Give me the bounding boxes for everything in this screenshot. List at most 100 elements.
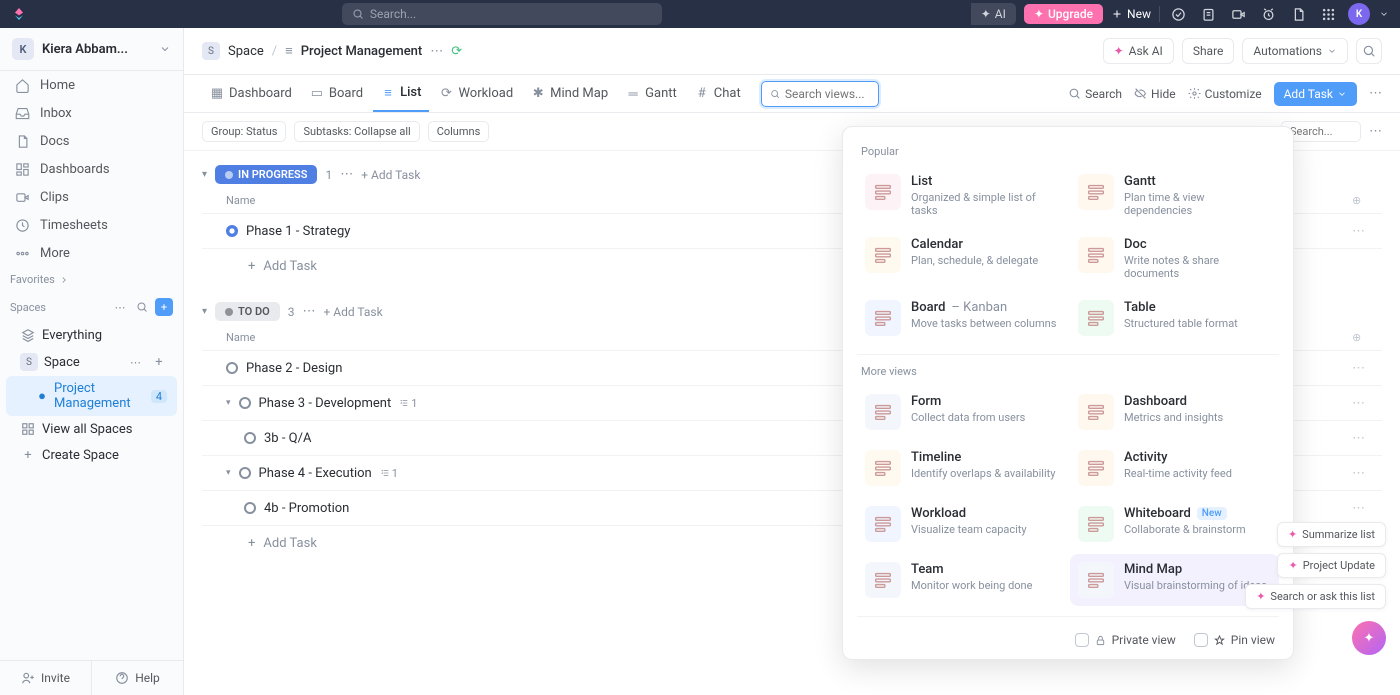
private-view-checkbox[interactable]: Private view: [1075, 633, 1176, 647]
add-task-link[interactable]: + Add Task: [361, 168, 420, 182]
add-task-link[interactable]: + Add Task: [323, 305, 382, 319]
filter-chip-2[interactable]: Columns: [428, 121, 490, 142]
plus-icon[interactable]: +: [151, 354, 167, 370]
status-dot[interactable]: [244, 502, 256, 514]
view-option-board[interactable]: Board – Kanban Move tasks between column…: [857, 292, 1066, 344]
spaces-search-icon[interactable]: [133, 298, 151, 316]
status-badge[interactable]: TO DO: [215, 302, 280, 321]
ai-suggestion[interactable]: ✦Search or ask this list: [1245, 584, 1386, 609]
view-option-workload[interactable]: Workload Visualize team capacity: [857, 498, 1066, 550]
doc-icon[interactable]: [1288, 3, 1310, 25]
filter-chip-1[interactable]: Subtasks: Collapse all: [294, 121, 419, 142]
new-button[interactable]: New: [1111, 7, 1151, 21]
ai-suggestion[interactable]: ✦Summarize list: [1277, 522, 1386, 547]
more-icon[interactable]: ⋯: [340, 167, 353, 182]
reminder-icon[interactable]: [1258, 3, 1280, 25]
favorites-section[interactable]: Favorites: [0, 267, 183, 292]
more-icon[interactable]: ⋯: [302, 304, 315, 319]
row-more-icon[interactable]: ⋯: [1352, 466, 1382, 481]
global-search[interactable]: Search...: [342, 3, 662, 25]
status-dot[interactable]: [239, 397, 251, 409]
search-link[interactable]: Search: [1068, 87, 1122, 101]
nav-dashboards[interactable]: Dashboards: [0, 155, 183, 183]
add-space-button[interactable]: +: [155, 298, 173, 316]
view-option-dashboard[interactable]: Dashboard Metrics and insights: [1070, 386, 1279, 438]
record-icon[interactable]: [1228, 3, 1250, 25]
breadcrumb-space[interactable]: Space: [228, 44, 264, 59]
more-icon[interactable]: ⋯: [1369, 124, 1382, 139]
more-icon[interactable]: ⋯: [430, 44, 443, 59]
tab-mind-map[interactable]: ✱Mind Map: [523, 75, 616, 112]
nav-docs[interactable]: Docs: [0, 127, 183, 155]
tab-chat[interactable]: #Chat: [687, 75, 749, 112]
status-dot[interactable]: [244, 432, 256, 444]
row-more-icon[interactable]: ⋯: [1352, 431, 1382, 446]
tree-everything[interactable]: Everything: [6, 322, 177, 348]
ai-suggestion[interactable]: ✦Project Update: [1277, 553, 1386, 578]
nav-timesheets[interactable]: Timesheets: [0, 211, 183, 239]
caret-icon[interactable]: ▾: [226, 398, 231, 408]
tab-board[interactable]: ▭Board: [302, 75, 371, 112]
status-dot[interactable]: [239, 467, 251, 479]
notepad-icon[interactable]: [1198, 3, 1220, 25]
view-option-form[interactable]: Form Collect data from users: [857, 386, 1066, 438]
automations-button[interactable]: Automations: [1242, 38, 1348, 64]
tree-create-space[interactable]: + Create Space: [6, 442, 177, 468]
status-dot[interactable]: [226, 362, 238, 374]
customize-link[interactable]: Customize: [1188, 87, 1262, 101]
view-option-table[interactable]: Table Structured table format: [1070, 292, 1279, 344]
view-option-gantt[interactable]: Gantt Plan time & view dependencies: [1070, 166, 1279, 225]
filter-chip-0[interactable]: Group: Status: [202, 121, 286, 142]
apps-icon[interactable]: [1318, 3, 1340, 25]
nav-home[interactable]: Home: [0, 71, 183, 99]
add-task-button[interactable]: Add Task: [1274, 82, 1357, 106]
row-more-icon[interactable]: ⋯: [1352, 224, 1382, 239]
sync-icon[interactable]: ⟳: [451, 44, 462, 59]
user-avatar[interactable]: K: [1348, 3, 1370, 25]
row-more-icon[interactable]: ⋯: [1352, 361, 1382, 376]
tab-list[interactable]: ≡List: [373, 75, 429, 112]
expand-button[interactable]: [1356, 38, 1382, 64]
view-option-list[interactable]: List Organized & simple list of tasks: [857, 166, 1066, 225]
more-icon[interactable]: ⋯: [1369, 86, 1382, 101]
ask-ai-button[interactable]: ✦Ask AI: [1103, 38, 1174, 64]
list-icon: ≡: [381, 86, 395, 100]
view-option-timeline[interactable]: Timeline Identify overlaps & availabilit…: [857, 442, 1066, 494]
nav-more[interactable]: More: [0, 239, 183, 267]
breadcrumb-project[interactable]: Project Management: [301, 44, 422, 59]
view-search-input[interactable]: [761, 81, 879, 107]
row-more-icon[interactable]: ⋯: [1352, 501, 1382, 516]
hide-link[interactable]: Hide: [1134, 87, 1176, 101]
tree-project-management[interactable]: ● Project Management 4: [6, 376, 177, 416]
view-thumb-icon: [865, 237, 901, 273]
ai-button[interactable]: ✦AI: [971, 3, 1016, 25]
tab-dashboard[interactable]: ▦Dashboard: [202, 75, 300, 112]
chevron-down-icon[interactable]: [1378, 3, 1390, 25]
workspace-switcher[interactable]: K Kiera Abbam...: [0, 28, 183, 71]
view-option-activity[interactable]: Activity Real-time activity feed: [1070, 442, 1279, 494]
status-badge[interactable]: IN PROGRESS: [215, 165, 317, 184]
help-button[interactable]: Help: [91, 661, 183, 695]
row-more-icon[interactable]: ⋯: [1352, 396, 1382, 411]
spaces-more-icon[interactable]: ⋯: [111, 298, 129, 316]
view-option-doc[interactable]: Doc Write notes & share documents: [1070, 229, 1279, 288]
share-button[interactable]: Share: [1182, 38, 1235, 64]
upgrade-button[interactable]: ✦Upgrade: [1024, 4, 1103, 24]
add-column-button[interactable]: ⊕: [1352, 331, 1382, 344]
nav-clips[interactable]: Clips: [0, 183, 183, 211]
view-option-team[interactable]: Team Monitor work being done: [857, 554, 1066, 606]
app-logo-icon[interactable]: [10, 5, 28, 23]
view-option-calendar[interactable]: Calendar Plan, schedule, & delegate: [857, 229, 1066, 288]
invite-button[interactable]: Invite: [0, 661, 91, 695]
tree-view-all[interactable]: View all Spaces: [6, 416, 177, 442]
tree-space[interactable]: S Space ⋯ +: [6, 348, 177, 376]
check-circle-icon[interactable]: [1168, 3, 1190, 25]
nav-inbox[interactable]: Inbox: [0, 99, 183, 127]
caret-icon[interactable]: ▾: [226, 468, 231, 478]
tab-workload[interactable]: ⟳Workload: [431, 75, 521, 112]
ai-fab[interactable]: ✦: [1352, 621, 1386, 655]
tab-gantt[interactable]: ═Gantt: [618, 75, 685, 112]
space-more-icon[interactable]: ⋯: [130, 356, 141, 369]
status-dot[interactable]: [226, 225, 238, 237]
add-column-button[interactable]: ⊕: [1352, 194, 1382, 207]
